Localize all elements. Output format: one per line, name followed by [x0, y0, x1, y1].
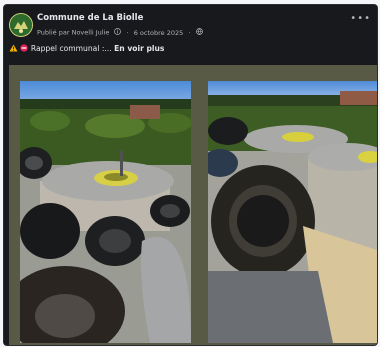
message-text: Rappel communal :... [30, 44, 112, 53]
globe-icon [195, 28, 203, 37]
facebook-post: Commune de La Biolle Publié par Novelli … [3, 4, 378, 346]
see-more-link[interactable]: En voir plus [114, 44, 164, 53]
photo-grid [9, 65, 377, 345]
meta-separator: · [126, 28, 129, 37]
post-message: Rappel communal :... En voir plus [9, 44, 164, 54]
page-avatar[interactable] [9, 13, 33, 37]
page-name-link[interactable]: Commune de La Biolle [37, 13, 143, 23]
photo-2[interactable] [208, 81, 377, 343]
published-by-text: Publié par Novelli Julie [37, 28, 110, 37]
post-date[interactable]: 6 octobre 2025 [134, 29, 184, 37]
post-meta: Publié par Novelli Julie · 6 octobre 202… [37, 28, 203, 37]
info-icon[interactable] [114, 28, 122, 37]
more-options-button[interactable]: ••• [350, 13, 371, 24]
warning-icon [9, 44, 18, 54]
meta-separator-2: · [188, 28, 191, 37]
photo-1[interactable] [20, 81, 191, 343]
no-entry-icon [20, 44, 29, 54]
